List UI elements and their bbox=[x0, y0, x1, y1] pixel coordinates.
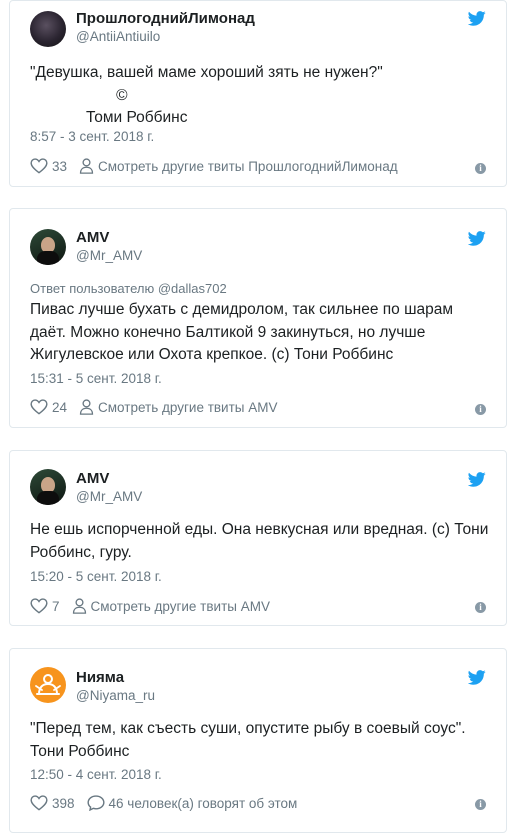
tweet-card: AMV @Mr_AMV Ответ пользователю @dallas70… bbox=[9, 208, 507, 428]
profile-link-label: Смотреть другие твиты ПрошлогоднийЛимона… bbox=[98, 158, 398, 174]
avatar[interactable] bbox=[30, 469, 66, 505]
tweet-actions: 24 Смотреть другие твиты AMV bbox=[30, 397, 290, 417]
tweet-card: ПрошлогоднийЛимонад @AntiiAntiuilo "Деву… bbox=[9, 0, 507, 187]
tweet-timestamp[interactable]: 8:57 - 3 сент. 2018 г. bbox=[30, 129, 154, 144]
author-handle[interactable]: @AntiiAntiuilo bbox=[76, 29, 160, 44]
like-button[interactable]: 33 bbox=[30, 158, 67, 174]
person-icon bbox=[79, 399, 94, 415]
tweet-actions: 33 Смотреть другие твиты ПрошлогоднийЛим… bbox=[30, 156, 410, 176]
speech-bubble-icon bbox=[87, 795, 105, 811]
twitter-bird-icon[interactable] bbox=[468, 472, 486, 487]
info-icon[interactable]: i bbox=[475, 404, 486, 415]
author-name[interactable]: AMV bbox=[76, 229, 109, 246]
person-icon bbox=[79, 158, 94, 174]
avatar[interactable] bbox=[30, 667, 66, 703]
twitter-bird-icon[interactable] bbox=[468, 11, 486, 26]
tweet-text: "Перед тем, как съесть суши, опустите ры… bbox=[30, 720, 470, 760]
author-handle[interactable]: @Niyama_ru bbox=[76, 688, 155, 703]
tweet-card: Нияма @Niyama_ru "Перед тем, как съесть … bbox=[9, 648, 507, 833]
author-name[interactable]: ПрошлогоднийЛимонад bbox=[76, 10, 255, 27]
info-icon[interactable]: i bbox=[475, 602, 486, 613]
like-button[interactable]: 398 bbox=[30, 795, 75, 811]
tweet-text: Не ешь испорченной еды. Она невкусная ил… bbox=[30, 521, 493, 561]
like-count: 24 bbox=[52, 399, 68, 415]
author-name[interactable]: AMV bbox=[76, 470, 109, 487]
info-icon[interactable]: i bbox=[475, 799, 486, 810]
reply-to-label[interactable]: Ответ пользователю @dallas702 bbox=[30, 281, 227, 296]
like-count: 33 bbox=[52, 158, 68, 174]
heart-icon bbox=[30, 795, 48, 811]
like-button[interactable]: 7 bbox=[30, 598, 60, 614]
profile-link-label: Смотреть другие твиты AMV bbox=[90, 598, 270, 614]
author-name[interactable]: Нияма bbox=[76, 669, 124, 686]
avatar[interactable] bbox=[30, 229, 66, 265]
avatar[interactable] bbox=[30, 11, 66, 47]
heart-icon bbox=[30, 598, 48, 614]
like-count: 398 bbox=[52, 795, 75, 811]
like-button[interactable]: 24 bbox=[30, 399, 67, 415]
comments-label: 46 человек(а) говорят об этом bbox=[108, 795, 298, 811]
tweet-actions: 7 Смотреть другие твиты AMV bbox=[30, 596, 282, 616]
niyama-logo-icon bbox=[35, 674, 61, 695]
heart-icon bbox=[30, 158, 48, 174]
comments-link[interactable]: 46 человек(а) говорят об этом bbox=[87, 795, 298, 811]
heart-icon bbox=[30, 399, 48, 415]
tweet-actions: 398 46 человек(а) говорят об этом bbox=[30, 793, 309, 813]
tweet-card: AMV @Mr_AMV Не ешь испорченной еды. Она … bbox=[9, 450, 507, 626]
profile-link[interactable]: Смотреть другие твиты ПрошлогоднийЛимона… bbox=[79, 158, 398, 174]
author-handle[interactable]: @Mr_AMV bbox=[76, 489, 142, 504]
tweet-text: "Девушка, вашей маме хороший зять не нуж… bbox=[30, 64, 383, 126]
twitter-bird-icon[interactable] bbox=[468, 670, 486, 685]
tweet-timestamp[interactable]: 12:50 - 4 сент. 2018 г. bbox=[30, 767, 162, 782]
like-count: 7 bbox=[52, 598, 60, 614]
profile-link[interactable]: Смотреть другие твиты AMV bbox=[72, 598, 270, 614]
author-handle[interactable]: @Mr_AMV bbox=[76, 248, 142, 263]
twitter-bird-icon[interactable] bbox=[468, 231, 486, 246]
info-icon[interactable]: i bbox=[475, 163, 486, 174]
tweet-text: Пивас лучше бухать с демидролом, так сил… bbox=[30, 301, 458, 363]
profile-link[interactable]: Смотреть другие твиты AMV bbox=[79, 399, 278, 415]
person-icon bbox=[72, 598, 87, 614]
tweet-timestamp[interactable]: 15:20 - 5 сент. 2018 г. bbox=[30, 569, 162, 584]
tweet-timestamp[interactable]: 15:31 - 5 сент. 2018 г. bbox=[30, 371, 162, 386]
profile-link-label: Смотреть другие твиты AMV bbox=[98, 399, 278, 415]
